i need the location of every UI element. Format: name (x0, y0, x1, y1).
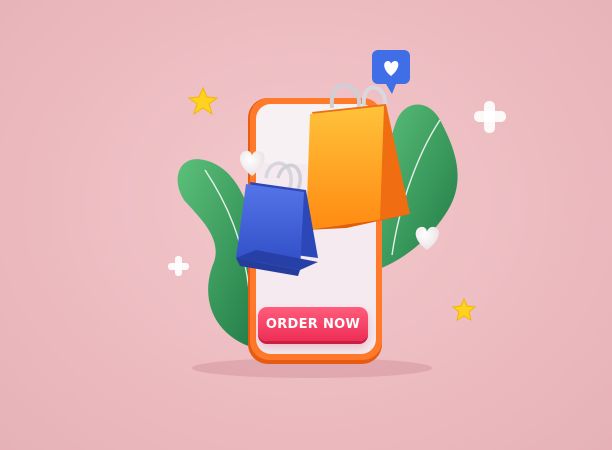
star-icon (187, 86, 219, 116)
plus-icon-small (168, 256, 189, 276)
star-icon-small (451, 297, 477, 322)
illustration (168, 50, 506, 378)
shopping-scene: ORDER NOW (0, 0, 612, 450)
order-now-button[interactable]: ORDER NOW (258, 307, 368, 341)
plus-icon (474, 101, 506, 133)
